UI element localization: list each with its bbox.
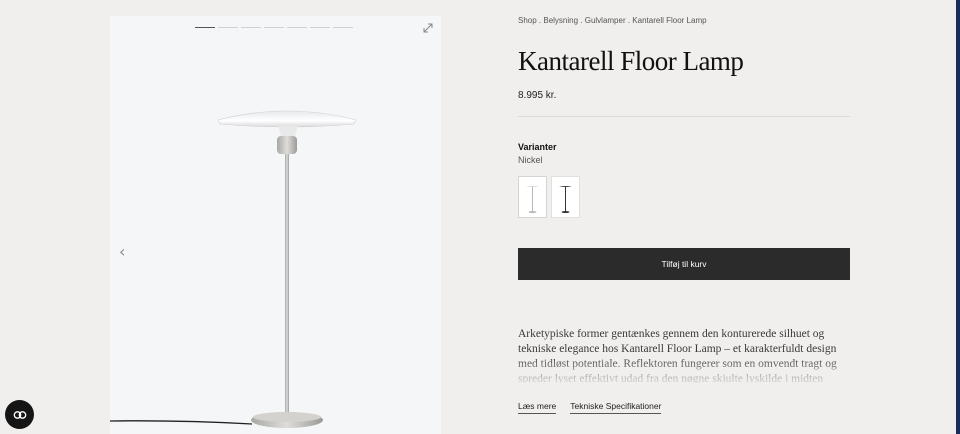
breadcrumb-item-current[interactable]: Kantarell Floor Lamp <box>632 16 706 25</box>
breadcrumb: Shop . Belysning . Gulvlamper . Kantarel… <box>518 16 707 25</box>
chat-icon[interactable] <box>5 400 34 429</box>
black-lamp-thumbnail <box>559 186 572 213</box>
breadcrumb-item-gulvlamper[interactable]: Gulvlamper <box>585 16 626 25</box>
product-price: 8.995 kr. <box>518 90 557 101</box>
breadcrumb-item-shop[interactable]: Shop <box>518 16 537 25</box>
page-title: Kantarell Floor Lamp <box>518 46 744 76</box>
read-more-link[interactable]: Læs mere <box>518 401 557 414</box>
product-gallery[interactable]: ‹ › <box>110 16 441 434</box>
selected-variant: Nickel <box>518 155 543 165</box>
info-links: Læs mere Tekniske Specifikationer <box>518 401 662 414</box>
divider <box>518 116 850 117</box>
tech-specs-link[interactable]: Tekniske Specifikationer <box>570 401 662 414</box>
description-fade <box>518 356 850 386</box>
variant-swatch-nickel[interactable] <box>518 176 547 218</box>
variant-swatch-black[interactable] <box>551 176 580 218</box>
variant-swatches <box>518 176 580 218</box>
nickel-lamp-thumbnail <box>526 186 539 213</box>
add-to-cart-button[interactable]: Tilføj til kurv <box>518 248 850 280</box>
breadcrumb-separator: . <box>578 16 585 25</box>
variants-label: Varianter <box>518 142 557 152</box>
window-edge <box>956 0 960 434</box>
breadcrumb-item-belysning[interactable]: Belysning <box>543 16 578 25</box>
product-image <box>110 110 357 428</box>
